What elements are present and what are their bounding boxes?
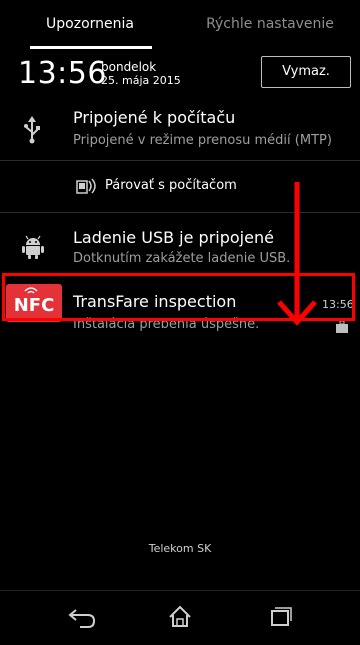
clock-time: 13:56: [18, 56, 107, 91]
back-button[interactable]: [50, 591, 110, 641]
home-icon: [169, 605, 191, 627]
clear-all-button[interactable]: Vymaz.: [261, 56, 351, 88]
notification-title: Pripojené k počítaču: [73, 108, 236, 127]
carrier-label: Telekom SK: [148, 542, 212, 555]
pairing-icon: [76, 177, 98, 195]
notification-tabs: Upozornenia Rýchle nastavenie: [0, 0, 360, 50]
notification-usb-connected[interactable]: Pripojené k počítaču Pripojené v režime …: [0, 100, 360, 158]
red-arrow-annotation: [275, 180, 319, 328]
android-icon: [22, 235, 44, 259]
tab-quick-settings[interactable]: Rýchle nastavenie: [180, 0, 360, 46]
notification-subtitle: Dotknutím zakážete ladenie USB.: [73, 251, 291, 266]
active-tab-indicator: [30, 46, 152, 49]
recents-button[interactable]: [250, 591, 310, 641]
notification-divider: [0, 160, 360, 161]
navigation-bar: [0, 590, 360, 641]
clock-day: pondelok: [101, 60, 157, 74]
back-icon: [68, 609, 96, 628]
notification-subtitle: Pripojené v režime prenosu médií (MTP): [73, 133, 332, 148]
tab-notifications[interactable]: Upozornenia: [0, 0, 180, 46]
clock-date: 25. mája 2015: [101, 74, 181, 87]
usb-icon: [22, 116, 42, 144]
recents-icon: [271, 607, 292, 626]
notification-title: Ladenie USB je pripojené: [73, 228, 274, 247]
notification-title: Párovať s počítačom: [105, 178, 237, 193]
home-button[interactable]: [150, 591, 210, 641]
